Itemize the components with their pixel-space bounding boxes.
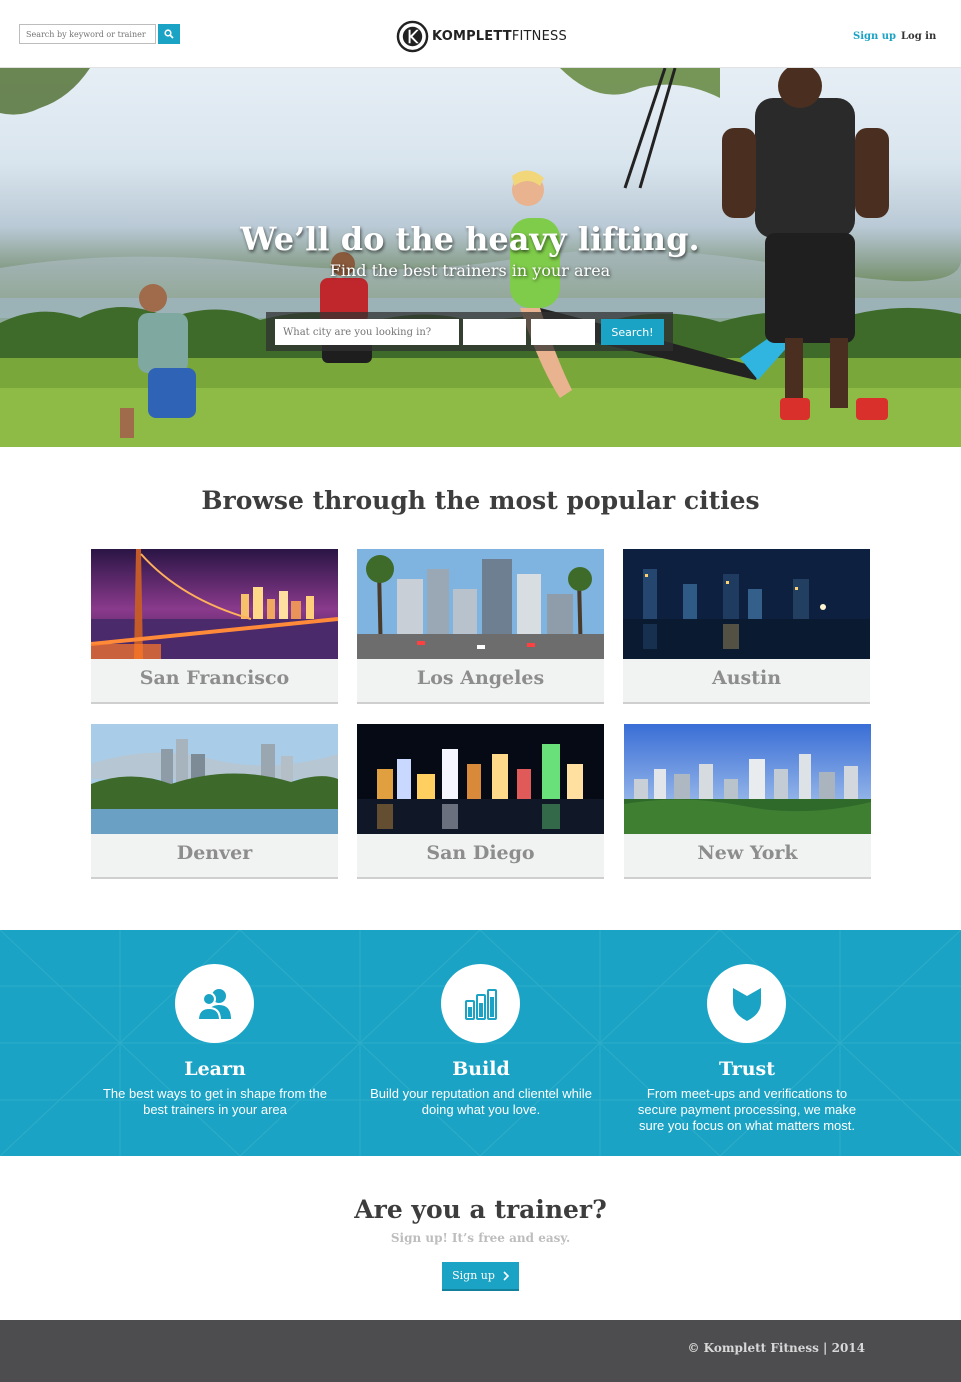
site-header: KOMPLETTFITNESS Sign up Log in	[0, 0, 961, 68]
trainer-cta-subtitle: Sign up! It’s free and easy.	[390, 1231, 571, 1245]
feature-title: Learn	[184, 1058, 246, 1080]
footer-copyright: © Komplett Fitness | 2014	[687, 1341, 865, 1355]
cities-section-title: Browse through the most popular cities	[201, 486, 760, 515]
logo-text: KOMPLETTFITNESS	[432, 29, 567, 44]
city-card-denver[interactable]: Denver	[91, 724, 338, 877]
search-filter-field-1[interactable]	[463, 319, 526, 345]
feature-text: From meet-ups and verifications to secur…	[637, 1086, 857, 1133]
city-card-san-francisco[interactable]: San Francisco	[91, 549, 338, 702]
search-filter-field-2[interactable]	[531, 319, 595, 345]
city-name: Denver	[176, 842, 253, 864]
trainer-cta-title: Are you a trainer?	[354, 1195, 607, 1224]
chevron-right-icon	[503, 1270, 509, 1281]
feature-text: Build your reputation and clientel while…	[370, 1086, 592, 1117]
feature-text: The best ways to get in shape from the b…	[102, 1086, 327, 1117]
build-circle	[441, 964, 520, 1043]
logo-icon	[396, 20, 429, 53]
header-search-button[interactable]	[158, 24, 180, 44]
golden-gate-night-photo	[91, 549, 338, 659]
city-card-new-york[interactable]: New York	[624, 724, 871, 877]
feature-title: Trust	[718, 1058, 776, 1080]
harbor-night-photo	[357, 724, 604, 834]
search-icon	[164, 29, 174, 39]
site-footer: © Komplett Fitness | 2014	[0, 1320, 961, 1382]
central-park-skyline-photo	[624, 724, 871, 834]
users-icon	[196, 988, 231, 1021]
city-card-san-diego[interactable]: San Diego	[357, 724, 604, 877]
header-signup-link[interactable]: Sign up	[853, 31, 896, 42]
city-name: Austin	[711, 667, 782, 689]
header-search-input[interactable]	[19, 24, 156, 44]
bar-chart-icon	[464, 988, 497, 1020]
feature-title: Build	[452, 1058, 510, 1080]
trainer-signup-button[interactable]: Sign up	[442, 1262, 519, 1289]
city-name: New York	[697, 842, 798, 864]
shield-icon	[732, 987, 761, 1021]
city-search-input[interactable]	[275, 319, 459, 345]
learn-circle	[175, 964, 254, 1043]
features-section: Learn The best ways to get in shape from…	[0, 930, 961, 1156]
city-card-los-angeles[interactable]: Los Angeles	[357, 549, 604, 702]
site-logo[interactable]: KOMPLETTFITNESS	[396, 20, 567, 53]
hero-search-button[interactable]: Search!	[601, 319, 664, 345]
skyline-park-lake-photo	[91, 724, 338, 834]
header-login-link[interactable]: Log in	[901, 31, 936, 42]
hero-banner: We’ll do the heavy lifting. Find the bes…	[0, 68, 961, 447]
city-card-austin[interactable]: Austin	[623, 549, 870, 702]
hero-search-bar: Search!	[266, 312, 673, 351]
trust-circle	[707, 964, 786, 1043]
trainer-signup-label: Sign up	[452, 1269, 495, 1282]
city-name: San Diego	[426, 842, 535, 864]
city-name: Los Angeles	[416, 667, 545, 689]
skyline-night-lake-photo	[623, 549, 870, 659]
downtown-palms-photo	[357, 549, 604, 659]
city-name: San Francisco	[139, 667, 290, 689]
hero-subtitle: Find the best trainers in your area	[329, 261, 611, 280]
hero-title: We’ll do the heavy lifting.	[240, 220, 700, 258]
